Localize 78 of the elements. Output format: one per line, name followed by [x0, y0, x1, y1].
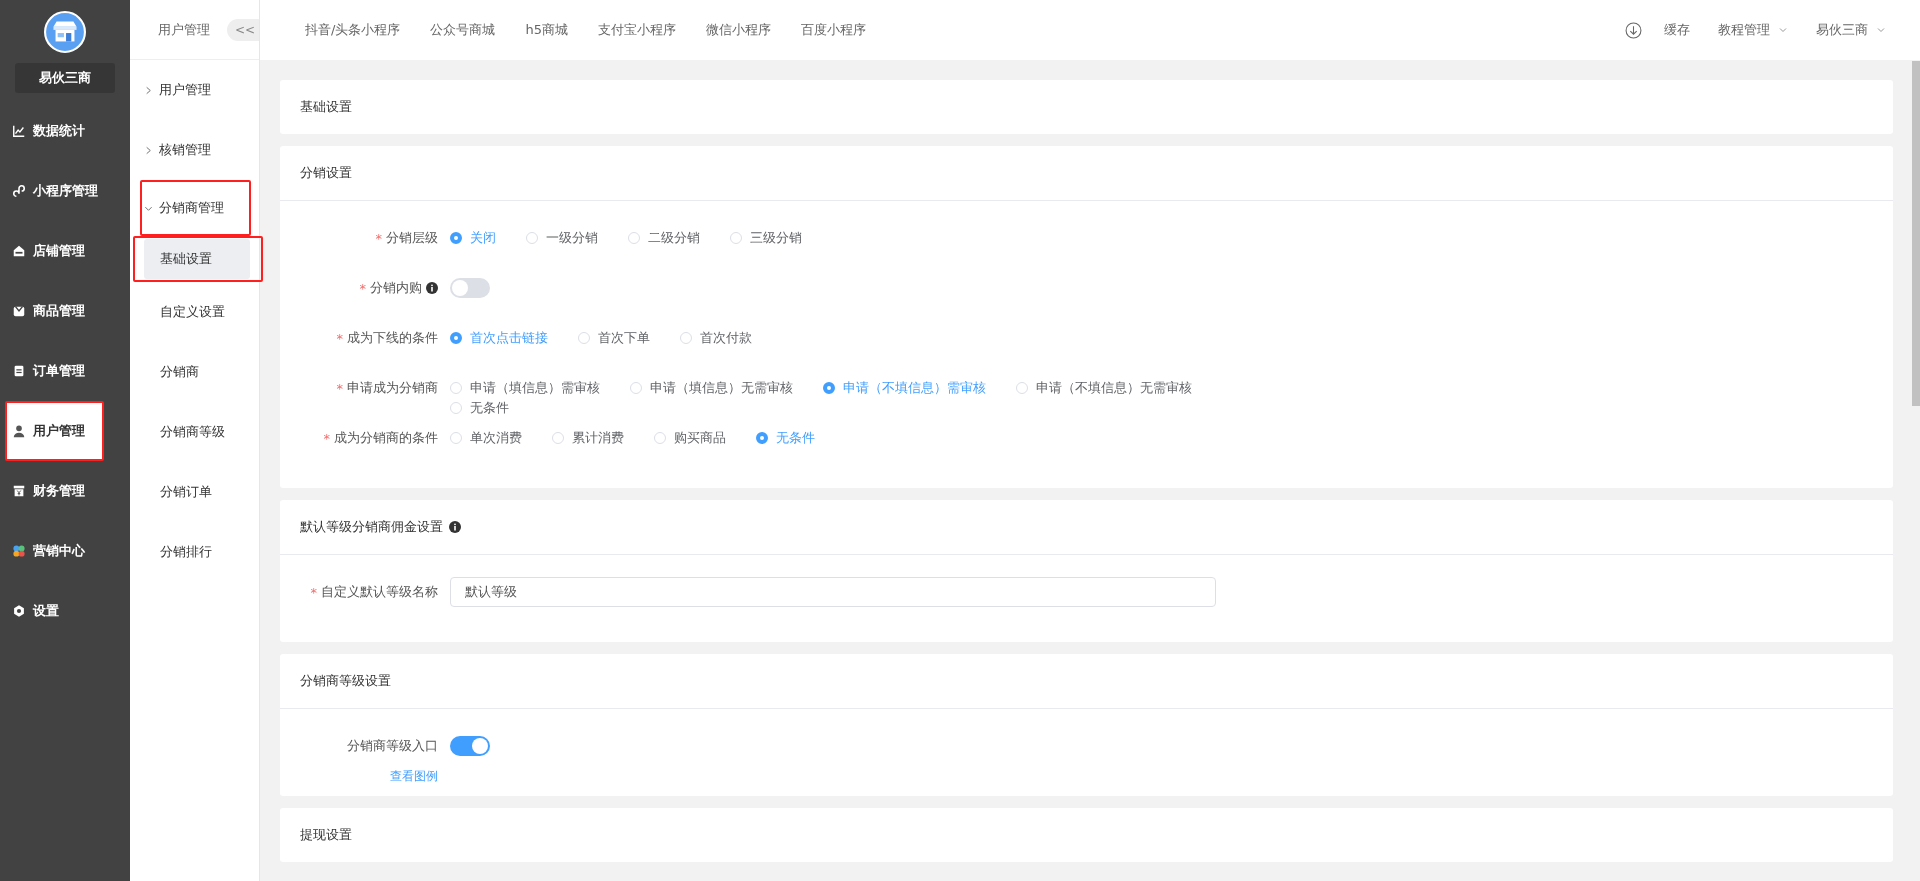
- radio-option[interactable]: 申请（填信息）需审核: [450, 378, 600, 398]
- radio-option[interactable]: 申请（不填信息）无需审核: [1016, 378, 1192, 398]
- required-mark: *: [336, 330, 343, 346]
- sidebar-item[interactable]: 商品管理: [0, 281, 130, 341]
- envelope-icon: [12, 304, 26, 318]
- platform-tab[interactable]: 支付宝小程序: [597, 21, 676, 39]
- four-petal-icon: [12, 544, 26, 558]
- submenu-group[interactable]: 分销商管理: [140, 180, 251, 236]
- download-icon[interactable]: [1625, 21, 1642, 39]
- chart-icon: [12, 124, 26, 138]
- radio-option[interactable]: 一级分销: [526, 228, 598, 248]
- link-icon: [12, 184, 26, 198]
- sidebar-item[interactable]: 营销中心: [0, 521, 130, 581]
- sidebar-item[interactable]: 订单管理: [0, 341, 130, 401]
- card-title: 分销设置: [300, 164, 352, 182]
- caret-icon: [1876, 25, 1886, 35]
- gear-icon: [12, 604, 26, 618]
- required-mark: *: [323, 430, 330, 446]
- radio-option[interactable]: 首次下单: [578, 328, 650, 348]
- cash-box-icon: [12, 484, 26, 498]
- required-mark: *: [359, 280, 366, 296]
- toggle-switch[interactable]: [450, 736, 490, 756]
- sidebar-item[interactable]: 财务管理: [0, 461, 130, 521]
- field-label: 分销商等级入口: [347, 737, 438, 755]
- field-label: 自定义默认等级名称: [321, 583, 438, 601]
- sidebar-item[interactable]: 用户管理: [5, 401, 104, 461]
- caret-icon: [1778, 25, 1788, 35]
- name-input-field[interactable]: 默认等级: [450, 577, 1216, 607]
- radio-option[interactable]: 单次消费: [450, 428, 522, 448]
- user-dropdown[interactable]: 易伙三商: [1816, 21, 1886, 39]
- radio-option[interactable]: 无条件: [450, 398, 509, 418]
- tutorial-dropdown[interactable]: 教程管理: [1718, 21, 1788, 39]
- toggle-switch[interactable]: [450, 278, 490, 298]
- card-title: 提现设置: [300, 826, 352, 844]
- card-title: 默认等级分销商佣金设置: [300, 518, 443, 536]
- cache-link[interactable]: 缓存: [1664, 21, 1690, 39]
- radio-option[interactable]: 二级分销: [628, 228, 700, 248]
- submenu-item[interactable]: 分销商: [144, 352, 245, 392]
- platform-tab[interactable]: 百度小程序: [800, 21, 866, 39]
- submenu-item[interactable]: 分销商等级: [144, 412, 245, 452]
- scrollbar-thumb[interactable]: [1912, 61, 1920, 406]
- radio-option[interactable]: 累计消费: [552, 428, 624, 448]
- platform-tab[interactable]: 公众号商城: [430, 21, 496, 39]
- sidebar-item[interactable]: 店铺管理: [0, 221, 130, 281]
- submenu-item[interactable]: 分销排行: [144, 532, 245, 572]
- clipboard-icon: [12, 364, 26, 378]
- required-mark: *: [375, 230, 382, 246]
- field-label: 成为下线的条件: [347, 329, 438, 347]
- store-name: 易伙三商: [15, 63, 115, 93]
- radio-option[interactable]: 申请（填信息）无需审核: [630, 378, 793, 398]
- radio-option[interactable]: 购买商品: [654, 428, 726, 448]
- chevron-right-icon: [144, 85, 153, 95]
- field-label: 分销层级: [386, 229, 438, 247]
- person-icon: [12, 424, 26, 438]
- chevron-right-icon: [144, 145, 153, 155]
- platform-tab[interactable]: 微信小程序: [705, 21, 771, 39]
- submenu-item[interactable]: 自定义设置: [144, 292, 245, 332]
- radio-option[interactable]: 三级分销: [730, 228, 802, 248]
- submenu-item[interactable]: 基础设置: [144, 239, 250, 279]
- sidebar-item[interactable]: 小程序管理: [0, 161, 130, 221]
- house-icon: [12, 244, 26, 258]
- submenu-group[interactable]: 核销管理: [130, 120, 259, 180]
- field-label: 申请成为分销商: [347, 379, 438, 397]
- card-title: 分销商等级设置: [300, 672, 391, 690]
- platform-tab[interactable]: 抖音/头条小程序: [305, 21, 401, 39]
- submenu-item[interactable]: 分销订单: [144, 472, 245, 512]
- store-logo-icon: [44, 11, 86, 53]
- submenu-group[interactable]: 用户管理: [130, 60, 259, 120]
- sidebar-item[interactable]: 设置: [0, 581, 130, 641]
- card-title: 基础设置: [300, 98, 352, 116]
- required-mark: *: [336, 380, 343, 396]
- submenu-title: 用户管理: [158, 20, 210, 39]
- required-mark: *: [310, 584, 317, 600]
- platform-tab[interactable]: h5商城: [525, 21, 568, 39]
- field-label: 成为分销商的条件: [334, 429, 438, 447]
- field-label: 分销内购: [370, 279, 422, 297]
- radio-option[interactable]: 首次付款: [680, 328, 752, 348]
- sidebar-item[interactable]: 数据统计: [0, 101, 130, 161]
